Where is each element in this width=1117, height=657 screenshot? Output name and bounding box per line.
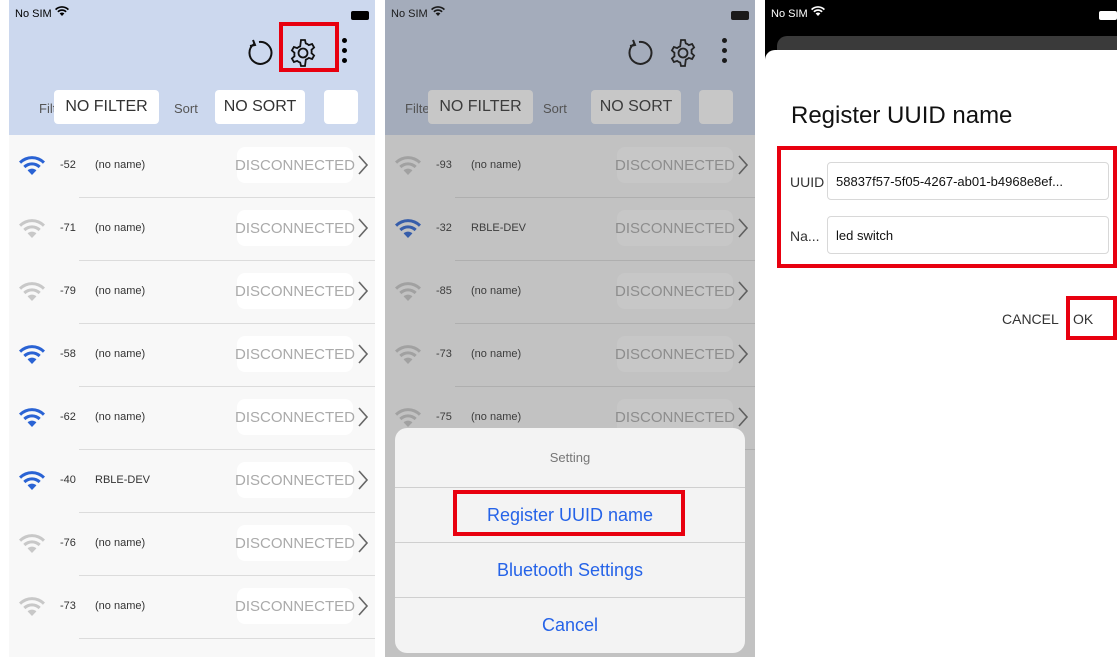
chevron-right-icon[interactable] — [357, 154, 369, 176]
device-row[interactable]: -79 (no name) DISCONNECTED — [9, 261, 375, 324]
action-sheet: Setting Register UUID name Bluetooth Set… — [395, 428, 745, 653]
battery-icon — [1099, 11, 1117, 20]
device-name: (no name) — [95, 600, 146, 612]
row-divider — [79, 638, 375, 639]
carrier-label: No SIM — [771, 8, 808, 20]
connect-state-button[interactable]: DISCONNECTED — [235, 336, 355, 372]
device-row[interactable]: -76 (no name) DISCONNECTED — [9, 513, 375, 576]
status-wifi-icon — [55, 6, 69, 16]
uuid-field[interactable]: 58837f57-5f05-4267-ab01-b4968e8ef... — [827, 162, 1109, 200]
chevron-right-icon[interactable] — [357, 406, 369, 428]
device-name: (no name) — [95, 159, 146, 171]
uuid-label: UUID — [790, 174, 825, 190]
chevron-right-icon[interactable] — [357, 280, 369, 302]
register-uuid-name-button[interactable]: Register UUID name — [395, 488, 745, 543]
device-name: (no name) — [95, 348, 146, 360]
sort-label: Sort — [174, 101, 198, 116]
rssi-value: -73 — [60, 600, 76, 612]
dialog-title: Register UUID name — [791, 102, 1013, 129]
signal-wifi-icon — [19, 597, 45, 616]
device-list: -52 (no name) DISCONNECTED -71 (no name) DISC… — [9, 135, 375, 639]
chevron-right-icon[interactable] — [357, 217, 369, 239]
extra-option-button[interactable] — [324, 90, 358, 124]
register-uuid-dialog: Register UUID name UUID 58837f57-5f05-42… — [765, 50, 1117, 657]
connect-state-button[interactable]: DISCONNECTED — [235, 147, 355, 183]
register-dialog-screen: No SIM Register UUID name UUID 58837f57-… — [765, 0, 1117, 657]
connect-state-button[interactable]: DISCONNECTED — [235, 588, 355, 624]
signal-wifi-icon — [19, 534, 45, 553]
signal-wifi-icon — [19, 282, 45, 301]
chevron-right-icon[interactable] — [357, 595, 369, 617]
device-list-screen: No SIM Filte NO FILTER Sort NO SORT -52 (… — [9, 0, 375, 657]
status-wifi-icon — [811, 6, 825, 16]
connect-state-button[interactable]: DISCONNECTED — [235, 399, 355, 435]
more-menu-icon[interactable] — [337, 33, 351, 73]
device-row[interactable]: -52 (no name) DISCONNECTED — [9, 135, 375, 198]
rssi-value: -79 — [60, 285, 76, 297]
device-name: (no name) — [95, 222, 146, 234]
gear-icon[interactable] — [287, 37, 319, 69]
device-name: (no name) — [95, 411, 146, 423]
carrier-label: No SIM — [15, 8, 52, 20]
connect-state-button[interactable]: DISCONNECTED — [235, 525, 355, 561]
rssi-value: -76 — [60, 537, 76, 549]
device-name: (no name) — [95, 285, 146, 297]
connect-state-button[interactable]: DISCONNECTED — [235, 462, 355, 498]
connect-state-button[interactable]: DISCONNECTED — [235, 210, 355, 246]
signal-wifi-icon — [19, 219, 45, 238]
header-bar: No SIM Filte NO FILTER Sort NO SORT — [9, 0, 375, 135]
connect-state-button[interactable]: DISCONNECTED — [235, 273, 355, 309]
action-sheet-title: Setting — [395, 428, 745, 488]
ok-button[interactable]: OK — [1073, 311, 1093, 327]
chevron-right-icon[interactable] — [357, 343, 369, 365]
settings-sheet-screen: No SIM Filte NO FILTER Sort NO SORT -93(… — [385, 0, 755, 657]
bluetooth-settings-button[interactable]: Bluetooth Settings — [395, 543, 745, 598]
cancel-button[interactable]: CANCEL — [1002, 311, 1059, 327]
rssi-value: -40 — [60, 474, 76, 486]
rssi-value: -58 — [60, 348, 76, 360]
device-row[interactable]: -71 (no name) DISCONNECTED — [9, 198, 375, 261]
device-name: (no name) — [95, 537, 146, 549]
signal-wifi-icon — [19, 345, 45, 364]
device-row[interactable]: -40 RBLE-DEV DISCONNECTED — [9, 450, 375, 513]
battery-icon — [351, 11, 369, 20]
status-bar: No SIM — [9, 0, 375, 30]
sort-button[interactable]: NO SORT — [215, 90, 305, 124]
device-row[interactable]: -73 (no name) DISCONNECTED — [9, 576, 375, 639]
signal-wifi-icon — [19, 471, 45, 490]
name-field[interactable]: led switch — [827, 216, 1109, 254]
signal-wifi-icon — [19, 408, 45, 427]
rssi-value: -62 — [60, 411, 76, 423]
device-row[interactable]: -62 (no name) DISCONNECTED — [9, 387, 375, 450]
chevron-right-icon[interactable] — [357, 469, 369, 491]
signal-wifi-icon — [19, 156, 45, 175]
name-label: Na... — [790, 228, 820, 244]
filter-sort-row: Filte NO FILTER Sort NO SORT — [9, 88, 375, 128]
filter-button[interactable]: NO FILTER — [54, 90, 159, 124]
device-name: RBLE-DEV — [95, 474, 151, 486]
cancel-button[interactable]: Cancel — [395, 598, 745, 653]
refresh-icon[interactable] — [243, 37, 275, 69]
device-row[interactable]: -58 (no name) DISCONNECTED — [9, 324, 375, 387]
chevron-right-icon[interactable] — [357, 532, 369, 554]
rssi-value: -71 — [60, 222, 76, 234]
rssi-value: -52 — [60, 159, 76, 171]
